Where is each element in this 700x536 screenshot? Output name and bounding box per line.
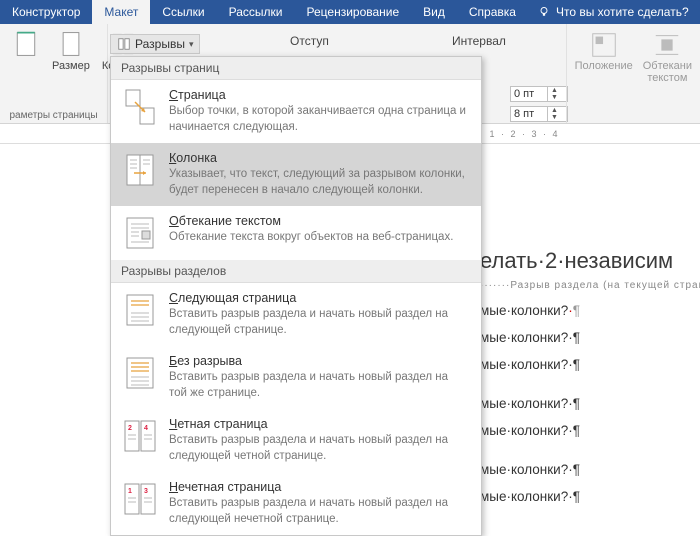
text-wrap-button[interactable]: Обтекани текстом bbox=[643, 30, 692, 84]
doc-line: мые·колонки?·¶ bbox=[480, 489, 700, 504]
tab-help[interactable]: Справка bbox=[457, 0, 528, 24]
section-break-marker: ·······Разрыв раздела (на текущей страни… bbox=[480, 280, 700, 291]
even-page-section-icon: 24 bbox=[123, 417, 157, 455]
dropdown-section-header: Разрывы разделов bbox=[111, 260, 481, 283]
continuous-section-icon bbox=[123, 354, 157, 392]
page-break-icon bbox=[123, 88, 157, 126]
menu-item-page-break[interactable]: Страница Выбор точки, в которой заканчив… bbox=[111, 80, 481, 143]
page-icon bbox=[12, 30, 40, 58]
position-button[interactable]: Положение bbox=[575, 30, 633, 84]
size-icon bbox=[57, 30, 85, 58]
spin-up-icon[interactable]: ▲ bbox=[548, 107, 561, 114]
menu-item-desc: Вставить разрыв раздела и начать новый р… bbox=[169, 307, 469, 338]
spacing-after-spinner[interactable]: ▲▼ bbox=[510, 106, 568, 122]
menu-item-title: Колонка bbox=[169, 151, 469, 165]
ribbon-margins-button[interactable] bbox=[8, 28, 44, 74]
chevron-down-icon: ▾ bbox=[189, 39, 194, 50]
doc-line: мые·колонки?·¶ bbox=[480, 396, 700, 411]
page-setup-group-label: раметры страницы bbox=[8, 108, 99, 121]
tab-constructor[interactable]: Конструктор bbox=[0, 0, 92, 24]
text-wrap-icon bbox=[652, 30, 682, 60]
column-break-icon bbox=[123, 151, 157, 189]
menu-item-desc: Обтекание текста вокруг объектов на веб-… bbox=[169, 230, 469, 246]
svg-text:1: 1 bbox=[128, 488, 132, 495]
tab-links[interactable]: Ссылки bbox=[150, 0, 216, 24]
doc-heading: елать·2·независим bbox=[480, 248, 700, 274]
breaks-icon bbox=[117, 37, 131, 51]
tab-mailings[interactable]: Рассылки bbox=[217, 0, 295, 24]
interval-label: Интервал bbox=[452, 34, 506, 48]
spin-up-icon[interactable]: ▲ bbox=[548, 87, 561, 94]
document-canvas[interactable]: елать·2·независим ·······Разрыв раздела … bbox=[480, 146, 700, 504]
breaks-dropdown-button[interactable]: Разрывы ▾ bbox=[110, 34, 200, 54]
lightbulb-icon bbox=[538, 6, 550, 18]
spin-down-icon[interactable]: ▼ bbox=[548, 94, 561, 101]
position-label: Положение bbox=[575, 60, 633, 72]
menu-item-desc: Вставить разрыв раздела и начать новый р… bbox=[169, 370, 469, 401]
menu-item-title: Четная страница bbox=[169, 417, 469, 431]
position-icon bbox=[589, 30, 619, 60]
doc-line: мые·колонки?·¶ bbox=[480, 462, 700, 477]
tell-me-label: Что вы хотите сделать? bbox=[556, 5, 689, 19]
menu-item-desc: Выбор точки, в которой заканчивается одн… bbox=[169, 104, 469, 135]
size-label: Размер bbox=[52, 60, 90, 72]
menu-item-next-page-section[interactable]: Следующая страница Вставить разрыв разде… bbox=[111, 283, 481, 346]
wrap-label-2: текстом bbox=[647, 72, 687, 84]
spacing-before-input[interactable] bbox=[511, 87, 547, 101]
doc-line: мые·колонки?·¶ bbox=[480, 330, 700, 345]
doc-line: мые·колонки?·¶ bbox=[480, 423, 700, 438]
menu-item-title: Обтекание текстом bbox=[169, 214, 469, 228]
ribbon-tabs: Конструктор Макет Ссылки Рассылки Реценз… bbox=[0, 0, 700, 24]
doc-line: мые·колонки?·¶ bbox=[480, 303, 700, 318]
tab-review[interactable]: Рецензирование bbox=[295, 0, 412, 24]
dropdown-section-header: Разрывы страниц bbox=[111, 57, 481, 80]
menu-item-text-wrapping-break[interactable]: Обтекание текстом Обтекание текста вокру… bbox=[111, 206, 481, 260]
doc-line: мые·колонки?·¶ bbox=[480, 357, 700, 372]
menu-item-desc: Вставить разрыв раздела и начать новый р… bbox=[169, 496, 469, 527]
menu-item-title: Следующая страница bbox=[169, 291, 469, 305]
menu-item-desc: Указывает, что текст, следующий за разры… bbox=[169, 167, 469, 198]
tell-me-search[interactable]: Что вы хотите сделать? bbox=[528, 0, 699, 24]
ribbon-size-button[interactable]: Размер bbox=[48, 28, 94, 74]
tab-view[interactable]: Вид bbox=[411, 0, 457, 24]
indent-label: Отступ bbox=[290, 34, 329, 48]
breaks-label: Разрывы bbox=[135, 37, 185, 51]
menu-item-column-break[interactable]: Колонка Указывает, что текст, следующий … bbox=[111, 143, 481, 206]
svg-text:2: 2 bbox=[128, 425, 132, 432]
menu-item-title: Без разрыва bbox=[169, 354, 469, 368]
spin-down-icon[interactable]: ▼ bbox=[548, 114, 561, 121]
menu-item-even-page-section[interactable]: 24 Четная страница Вставить разрыв разде… bbox=[111, 409, 481, 472]
wrap-label: Обтекани bbox=[643, 60, 692, 72]
tab-layout[interactable]: Макет bbox=[92, 0, 150, 24]
odd-page-section-icon: 13 bbox=[123, 480, 157, 518]
menu-item-desc: Вставить разрыв раздела и начать новый р… bbox=[169, 433, 469, 464]
menu-item-title: Нечетная страница bbox=[169, 480, 469, 494]
menu-item-odd-page-section[interactable]: 13 Нечетная страница Вставить разрыв раз… bbox=[111, 472, 481, 535]
breaks-dropdown-menu: Разрывы страниц Страница Выбор точки, в … bbox=[110, 56, 482, 536]
menu-item-continuous-section[interactable]: Без разрыва Вставить разрыв раздела и на… bbox=[111, 346, 481, 409]
text-wrap-break-icon bbox=[123, 214, 157, 252]
svg-text:4: 4 bbox=[144, 425, 148, 432]
svg-text:3: 3 bbox=[144, 488, 148, 495]
menu-item-title: Страница bbox=[169, 88, 469, 102]
spacing-before-spinner[interactable]: ▲▼ bbox=[510, 86, 568, 102]
spacing-after-input[interactable] bbox=[511, 107, 547, 121]
next-page-section-icon bbox=[123, 291, 157, 329]
